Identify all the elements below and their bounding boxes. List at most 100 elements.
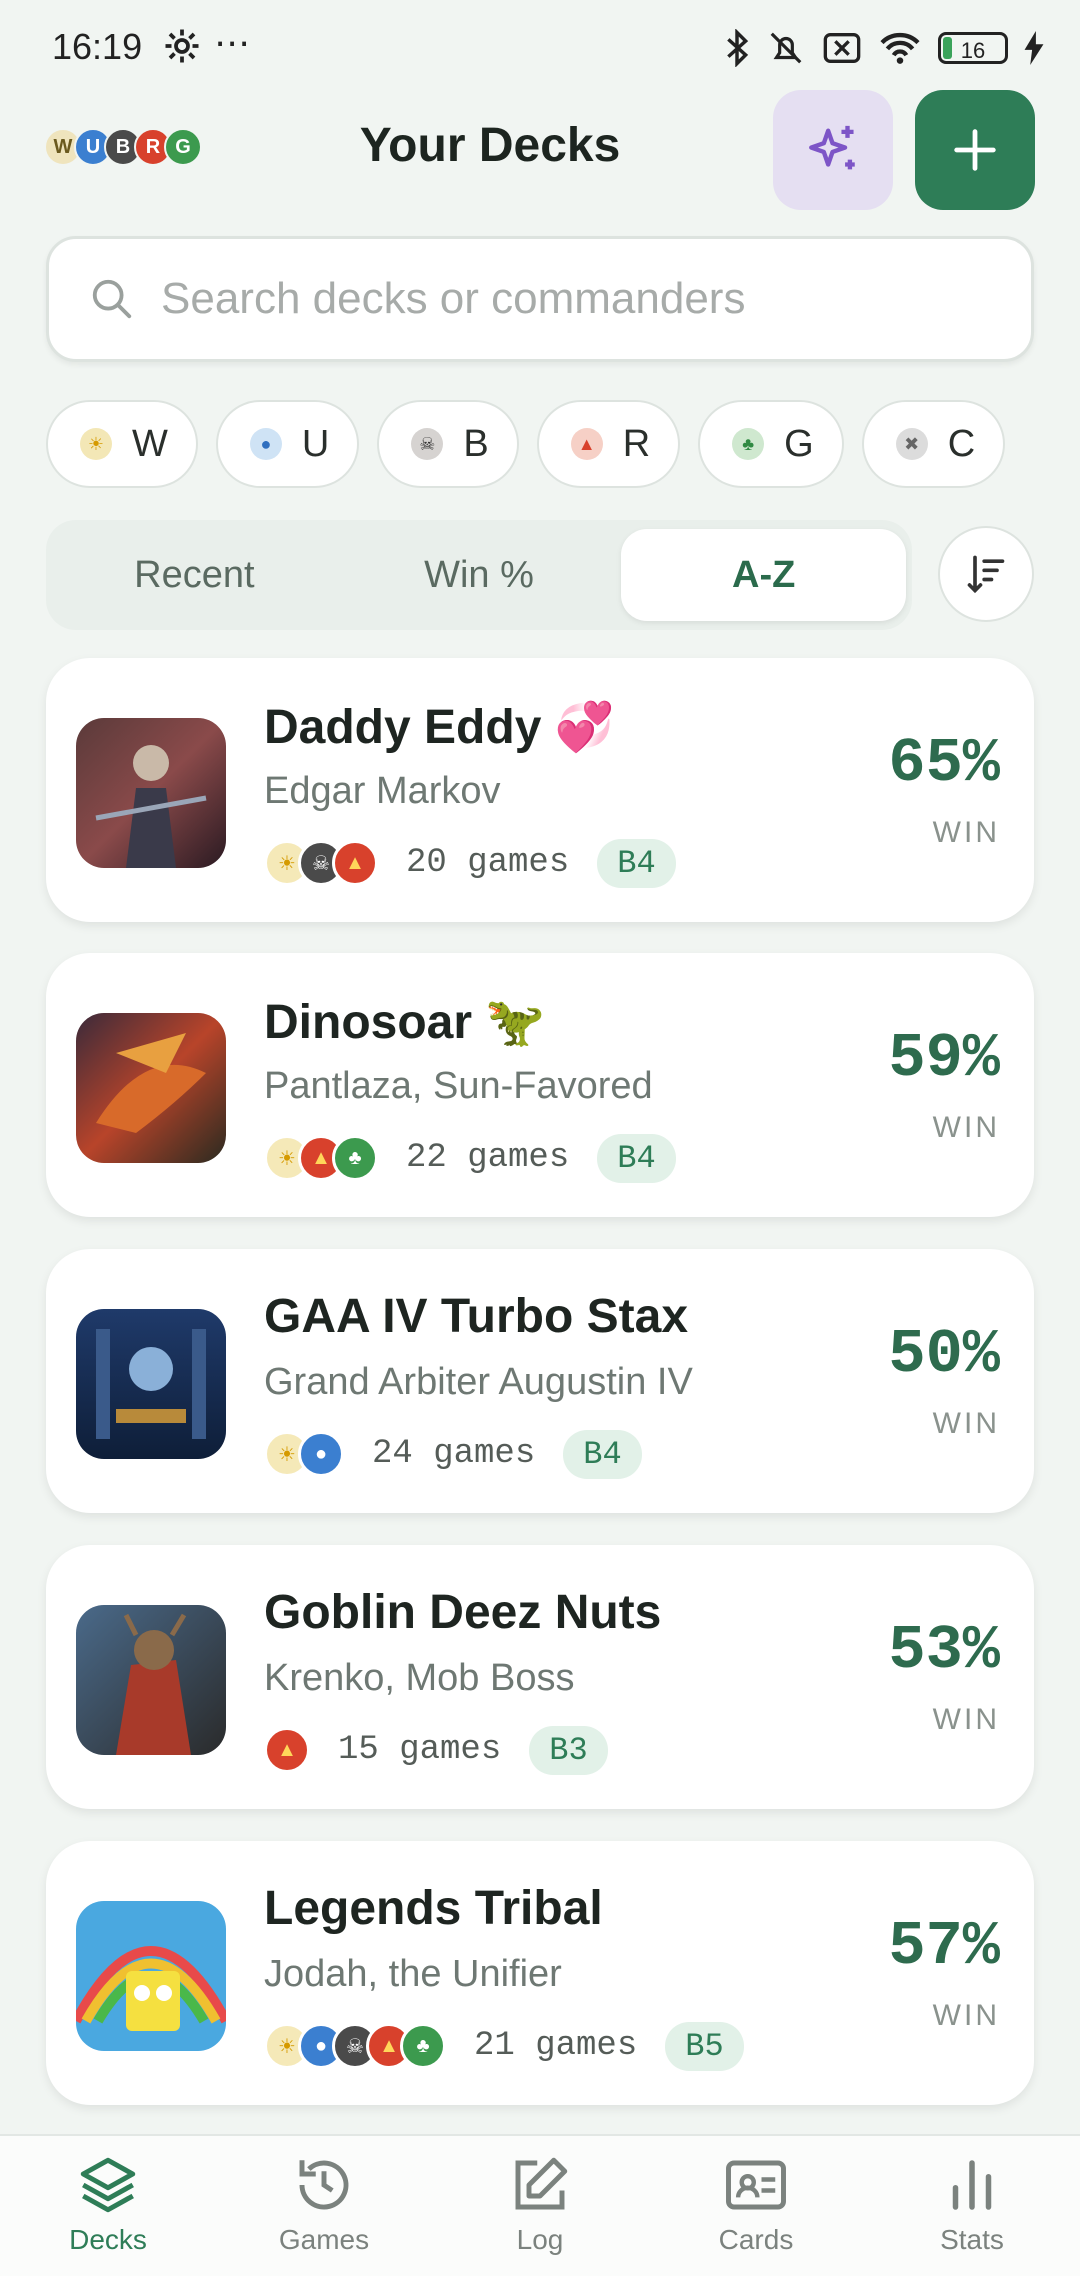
deck-name: Dinosoar 🦖 (264, 996, 546, 1049)
chip-label: R (622, 422, 651, 465)
chip-label: B (463, 422, 489, 465)
wifi-icon (880, 32, 920, 64)
deck-name: Daddy Eddy 💞 (264, 701, 615, 754)
filter-chip-blue[interactable]: ● U (215, 400, 360, 488)
deck-colors: ☀ ▲ ♣ (264, 1135, 378, 1181)
settings-gear-icon (165, 29, 199, 63)
nav-label: Stats (940, 2224, 1004, 2255)
bar-chart-icon (952, 2160, 992, 2210)
filter-chip-black[interactable]: ☠ B (377, 400, 519, 488)
search-icon (92, 279, 132, 319)
tab-recent[interactable]: Recent (52, 529, 337, 621)
deck-meta: ☀ ▲ ♣ 22 games B4 (264, 1131, 676, 1185)
layers-icon (80, 2157, 136, 2213)
blue-mana-icon: ● (249, 428, 282, 460)
add-deck-button[interactable] (915, 90, 1035, 210)
deck-meta: ☀ ● ☠ ▲ ♣ 21 games B5 (264, 2019, 744, 2073)
bracket-badge: B5 (665, 2021, 744, 2071)
games-count: 20 games (406, 844, 570, 882)
commander-name: Edgar Markov (264, 770, 501, 812)
tab-a-z[interactable]: A-Z (621, 529, 907, 621)
battery-indicator: 16 (938, 32, 1008, 64)
green-mana-icon: ♣ (732, 428, 765, 460)
games-count: 22 games (406, 1139, 570, 1177)
status-more-dots: ⋯ (214, 22, 252, 63)
nav-cards[interactable]: Cards (648, 2136, 864, 2276)
tab-win-percent[interactable]: Win % (337, 529, 622, 621)
deck-colors: ▲ (264, 1727, 310, 1773)
blue-mana-icon: ● (298, 1431, 344, 1477)
green-mana-icon: ♣ (332, 1135, 378, 1181)
red-mana-icon: ▲ (264, 1727, 310, 1773)
deck-card[interactable]: Dinosoar 🦖 Pantlaza, Sun-Favored ☀ ▲ ♣ 2… (46, 953, 1034, 1217)
nav-stats[interactable]: Stats (864, 2136, 1080, 2276)
win-label: WIN (932, 1111, 1000, 1144)
card-id-icon (726, 2160, 786, 2210)
filter-chip-red[interactable]: ▲ R (536, 400, 681, 488)
bluetooth-icon (727, 29, 749, 67)
black-mana-icon: ☠ (411, 428, 444, 460)
ai-suggest-button[interactable] (773, 90, 893, 210)
commander-art (76, 1309, 226, 1459)
win-label: WIN (932, 1703, 1000, 1736)
games-count: 21 games (474, 2027, 638, 2065)
nav-label: Cards (718, 2224, 794, 2255)
deck-colors: ☀ ☠ ▲ (264, 840, 378, 886)
commander-name: Krenko, Mob Boss (264, 1657, 575, 1699)
sort-tabs: Recent Win % A-Z (46, 520, 912, 630)
games-count: 15 games (338, 1731, 502, 1769)
sort-descending-icon (967, 555, 1005, 594)
red-mana-icon: ▲ (332, 840, 378, 886)
chip-label: G (784, 422, 814, 465)
search-input[interactable] (159, 273, 983, 325)
deck-card[interactable]: Goblin Deez Nuts Krenko, Mob Boss ▲ 15 g… (46, 1545, 1034, 1809)
chip-label: W (132, 422, 168, 465)
win-percentage: 59% (888, 1023, 1000, 1094)
win-percentage: 50% (888, 1319, 1000, 1390)
deck-card[interactable]: Daddy Eddy 💞 Edgar Markov ☀ ☠ ▲ 20 games… (46, 658, 1034, 922)
commander-art (76, 1901, 226, 2051)
green-mana-icon: ♣ (400, 2023, 446, 2069)
commander-art (76, 718, 226, 868)
status-time: 16:19 (52, 26, 143, 67)
color-filter-row: ☀ W ● U ☠ B ▲ R ♣ G ✖ C (46, 400, 1006, 488)
sparkles-icon (809, 125, 855, 170)
deck-name: GAA IV Turbo Stax (264, 1290, 689, 1343)
deck-name: Legends Tribal (264, 1882, 603, 1935)
filter-chip-green[interactable]: ♣ G (698, 400, 844, 488)
filter-chip-white[interactable]: ☀ W (46, 400, 198, 488)
page-title: Your Decks (359, 119, 621, 172)
deck-meta: ☀ ● 24 games B4 (264, 1427, 642, 1481)
commander-name: Jodah, the Unifier (264, 1953, 562, 1995)
status-icons: 16 (724, 28, 1044, 68)
colorless-mana-icon: ✖ (895, 428, 928, 460)
commander-art (76, 1013, 226, 1163)
sim-x-icon (823, 33, 861, 63)
commander-art (76, 1605, 226, 1755)
deck-card[interactable]: GAA IV Turbo Stax Grand Arbiter Augustin… (46, 1249, 1034, 1513)
win-label: WIN (932, 816, 1000, 849)
win-label: WIN (932, 1999, 1000, 2032)
nav-log[interactable]: Log (432, 2136, 648, 2276)
white-mana-icon: ☀ (80, 428, 112, 460)
sort-direction-button[interactable] (938, 526, 1034, 622)
search-bar[interactable] (46, 236, 1034, 362)
win-percentage: 53% (888, 1615, 1000, 1686)
nav-games[interactable]: Games (216, 2136, 432, 2276)
games-count: 24 games (372, 1435, 536, 1473)
commander-name: Grand Arbiter Augustin IV (264, 1361, 693, 1403)
commander-name: Pantlaza, Sun-Favored (264, 1065, 653, 1107)
nav-label: Games (278, 2224, 370, 2255)
nav-label: Log (516, 2224, 564, 2255)
nav-decks[interactable]: Decks (0, 2136, 216, 2276)
deck-card[interactable]: Legends Tribal Jodah, the Unifier ☀ ● ☠ … (46, 1841, 1034, 2105)
nav-label: Decks (69, 2224, 147, 2255)
bottom-navigation: Decks Games Log Cards Stats (0, 2134, 1080, 2276)
win-percentage: 57% (888, 1911, 1000, 1982)
filter-chip-colorless[interactable]: ✖ C (861, 400, 1006, 488)
deck-colors: ☀ ● (264, 1431, 344, 1477)
deck-colors: ☀ ● ☠ ▲ ♣ (264, 2023, 446, 2069)
win-percentage: 65% (888, 728, 1000, 799)
deck-name: Goblin Deez Nuts (264, 1586, 662, 1639)
deck-meta: ▲ 15 games B3 (264, 1723, 608, 1777)
